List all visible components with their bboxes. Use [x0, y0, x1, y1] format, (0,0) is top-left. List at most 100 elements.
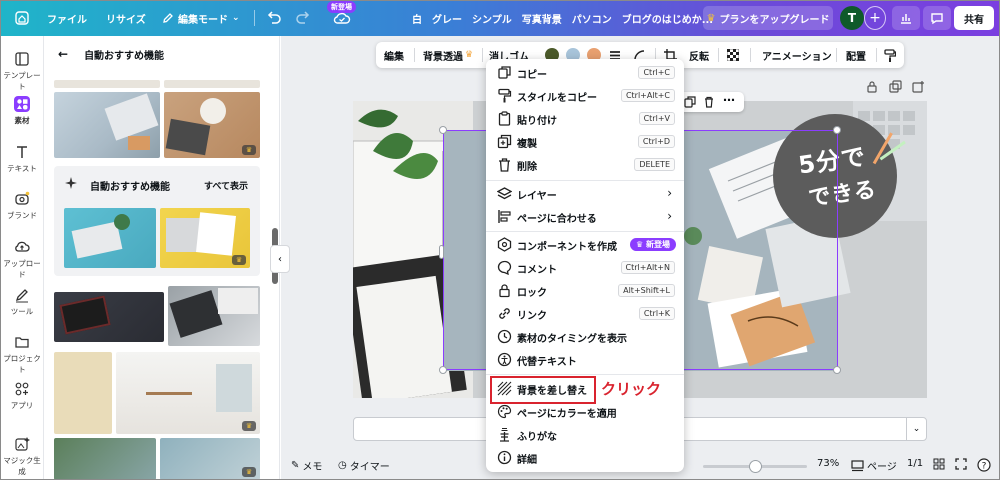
insights-button[interactable] — [892, 6, 920, 30]
photo-thumbnail[interactable]: ♛ — [160, 208, 250, 268]
photo-thumbnail[interactable] — [164, 80, 260, 88]
menu-item-align-to-page[interactable]: ページに合わせる › — [486, 205, 684, 228]
grid-icon — [933, 458, 945, 470]
checkerboard-icon — [727, 49, 739, 61]
menu-label: コメント — [517, 265, 557, 276]
rail-item-uploads[interactable]: アップロード — [0, 239, 44, 280]
photo-thumbnail[interactable] — [54, 292, 164, 342]
file-menu[interactable]: ファイル — [47, 0, 87, 36]
menu-label: 素材のタイミングを表示 — [517, 334, 627, 345]
expand-icon — [955, 458, 967, 470]
menu-item-furigana[interactable]: ふりがな — [486, 423, 684, 446]
rail-item-text[interactable]: テキスト — [0, 144, 44, 174]
photo-thumbnail[interactable] — [64, 208, 156, 268]
rail-item-brand[interactable]: ブランド — [0, 191, 44, 221]
cloud-save-button[interactable] — [333, 0, 351, 36]
menu-item-copy-style[interactable]: スタイルをコピー Ctrl+Alt+C — [486, 84, 684, 107]
trash-icon[interactable] — [703, 96, 715, 108]
flip-button[interactable]: 反転 — [689, 42, 709, 68]
copy-icon[interactable] — [684, 96, 696, 108]
duplicate-page-icon[interactable] — [888, 80, 902, 94]
photo-thumbnail[interactable]: ♛ — [116, 352, 260, 434]
transparency-button[interactable] — [727, 42, 739, 68]
zoom-slider-knob[interactable] — [749, 460, 762, 473]
menu-item-link[interactable]: リンク Ctrl+K — [486, 302, 684, 325]
menu-item-delete[interactable]: 削除 DELETE — [486, 153, 684, 176]
edit-image-button[interactable]: 編集 — [384, 42, 404, 68]
magic-image-icon — [15, 437, 30, 451]
bg-remover-button[interactable]: 背景透過 ♛ — [423, 42, 473, 68]
add-collaborator-button[interactable]: + — [864, 6, 886, 30]
upgrade-button[interactable]: ♛ プランをアップグレード — [703, 6, 833, 30]
menu-label: 削除 — [517, 162, 537, 173]
rail-item-apps[interactable]: アプリ — [0, 381, 44, 411]
photo-thumbnail[interactable]: ♛ — [164, 92, 260, 158]
position-button[interactable]: 配置 — [846, 42, 866, 68]
photo-thumbnail[interactable] — [54, 80, 160, 88]
edit-mode-dropdown[interactable]: 編集モード ⌄ — [162, 0, 240, 36]
menu-item-alt-text[interactable]: 代替テキスト — [486, 348, 684, 371]
pages-button[interactable]: ページ — [851, 458, 897, 473]
menu-item-details[interactable]: 詳細 — [486, 446, 684, 469]
menu-label: リンク — [517, 311, 547, 322]
rail-item-elements[interactable]: 素材 — [0, 96, 44, 126]
home-button[interactable] — [12, 0, 32, 36]
back-arrow-icon[interactable]: ← — [58, 47, 68, 61]
see-all-link[interactable]: すべて表示 — [204, 179, 248, 192]
menu-item-paste[interactable]: 貼り付け Ctrl+V — [486, 107, 684, 130]
menu-item-lock[interactable]: ロック Alt+Shift+L — [486, 279, 684, 302]
rail-item-templates[interactable]: テンプレート — [0, 51, 44, 92]
resize-handle[interactable] — [833, 126, 841, 134]
menu-label: コンポーネントを作成 — [517, 242, 617, 253]
help-button[interactable]: ? — [977, 458, 991, 472]
photo-thumbnail[interactable] — [54, 92, 160, 158]
collapse-panel-button[interactable]: ‹ — [270, 245, 290, 273]
add-page-icon[interactable] — [911, 80, 925, 94]
copy-icon — [498, 66, 511, 79]
resize-button[interactable]: リサイズ — [106, 0, 146, 36]
rail-item-magic[interactable]: マジック生成 — [0, 436, 44, 477]
notes-button[interactable]: ✎ メモ — [291, 458, 322, 473]
menu-label: コピー — [517, 70, 547, 81]
copy-style-button[interactable] — [884, 42, 896, 68]
photo-thumbnail[interactable] — [54, 438, 156, 480]
menu-item-duplicate[interactable]: 複製 Ctrl+D — [486, 130, 684, 153]
resize-handle[interactable] — [833, 366, 841, 374]
menu-item-show-timing[interactable]: 素材のタイミングを表示 — [486, 325, 684, 348]
lock-icon[interactable] — [865, 80, 879, 94]
zoom-slider[interactable] — [703, 460, 807, 473]
menu-item-copy[interactable]: コピー Ctrl+C — [486, 61, 684, 84]
resize-handle[interactable] — [439, 245, 444, 259]
photo-thumbnail[interactable]: ♛ — [160, 438, 260, 480]
animate-button[interactable]: アニメーション — [762, 42, 832, 68]
avatar[interactable]: T — [840, 6, 864, 30]
divider — [482, 48, 483, 62]
resize-handle[interactable] — [439, 366, 447, 374]
chevron-down-icon[interactable]: ⌄ — [906, 418, 926, 440]
share-button[interactable]: 共有 — [954, 6, 994, 30]
photo-thumbnail[interactable] — [168, 286, 260, 346]
grid-view-button[interactable] — [933, 458, 945, 470]
rail-label: アップロード — [3, 259, 41, 279]
undo-button[interactable] — [266, 0, 282, 36]
page-count: 1/1 — [907, 458, 924, 469]
fullscreen-button[interactable] — [955, 458, 967, 470]
menu-item-layer[interactable]: レイヤー › — [486, 182, 684, 205]
rail-item-projects[interactable]: プロジェクト — [0, 334, 44, 375]
more-icon[interactable]: ⋯ — [723, 93, 735, 107]
menu-item-create-component[interactable]: コンポーネントを作成 ♛ 新登場 — [486, 233, 684, 256]
resize-handle[interactable] — [439, 126, 447, 134]
rail-label: ブランド — [7, 211, 37, 220]
context-menu: コピー Ctrl+C スタイルをコピー Ctrl+Alt+C 貼り付け Ctrl… — [486, 59, 684, 472]
menu-item-comment[interactable]: コメント Ctrl+Alt+N — [486, 256, 684, 279]
redo-button[interactable] — [295, 0, 311, 36]
shortcut-label: DELETE — [634, 158, 675, 171]
document-title[interactable]: 白 グレー シンプル 写真背景 パソコン ブログのはじめか... — [412, 0, 713, 36]
zoom-level[interactable]: 73% — [817, 458, 839, 469]
trash-icon — [499, 158, 510, 172]
timer-button[interactable]: ◷ タイマー — [338, 458, 390, 473]
photo-thumbnail[interactable] — [54, 352, 112, 434]
comments-button[interactable] — [923, 6, 951, 30]
rail-item-tools[interactable]: ツール — [0, 287, 44, 317]
left-rail: テンプレート 素材 テキスト ブランド アップロード ツール プロジェクト アプ… — [0, 36, 44, 480]
